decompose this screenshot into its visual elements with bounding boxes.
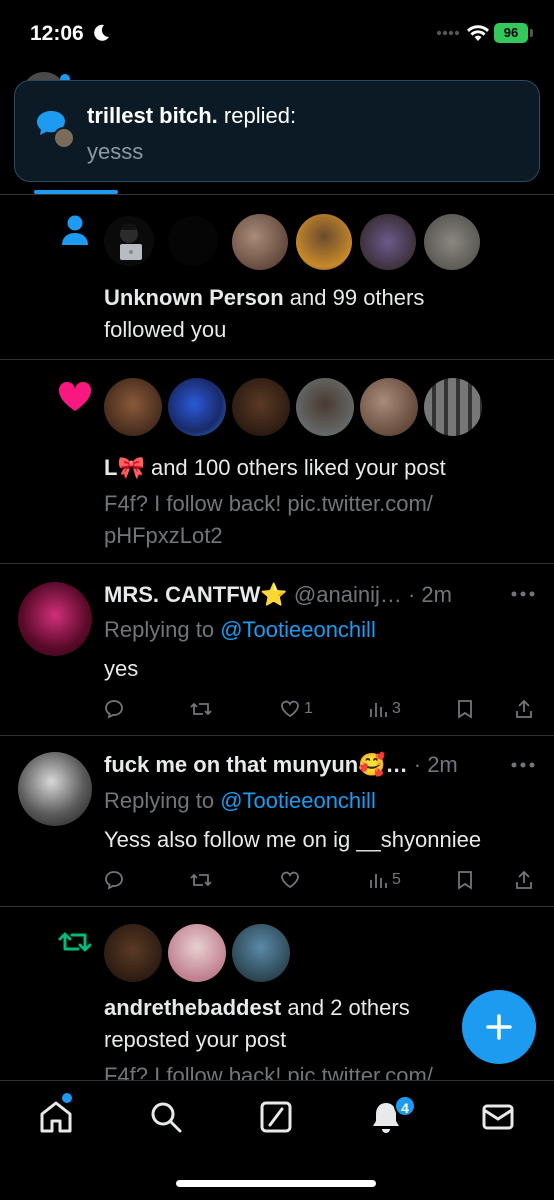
tweet-text: Yess also follow me on ig __shyonniee: [104, 827, 482, 852]
analytics-icon: [370, 703, 387, 717]
person-icon: [62, 215, 88, 245]
reply-notification-banner[interactable]: trillest bitch. replied: yesss: [14, 80, 540, 182]
replying-to-link[interactable]: @Tootieeonchill: [220, 788, 376, 813]
home-unread-dot: [62, 1093, 72, 1103]
follower-avatar[interactable]: [296, 214, 352, 270]
moon-icon: [94, 24, 109, 41]
replying-to: Replying to @Tootieeonchill: [104, 617, 376, 642]
like-button[interactable]: 1: [280, 699, 313, 719]
analytics-icon: [370, 874, 387, 888]
tweet-avatar[interactable]: [18, 582, 92, 656]
like-icon: [281, 871, 299, 889]
repost-icon: [190, 873, 212, 887]
tab-divider: [0, 194, 554, 195]
plus-icon: [486, 1014, 512, 1040]
status-bar: 12:06 96: [0, 0, 554, 64]
author-handle[interactable]: @anainij…: [288, 582, 402, 607]
like-count: 1: [304, 700, 313, 717]
tweet-time: · 2m: [401, 582, 452, 607]
bookmark-icon: [458, 700, 472, 719]
views-button[interactable]: 3: [368, 699, 401, 719]
reposter-avatar[interactable]: [168, 924, 226, 982]
more-icon[interactable]: [510, 590, 536, 598]
repost-icon: [58, 932, 92, 952]
reposter-avatar[interactable]: [104, 924, 162, 982]
divider: [0, 563, 554, 564]
mail-icon[interactable]: [478, 1097, 518, 1137]
author-name[interactable]: fuck me on that munyun🥰…: [104, 752, 408, 777]
bookmark-button[interactable]: [456, 699, 474, 719]
replying-to: Replying to @Tootieeonchill: [104, 788, 376, 813]
repost-text: andrethebaddest and 2 others reposted you…: [104, 995, 410, 1052]
follower-avatar[interactable]: [168, 216, 218, 266]
follower-avatar[interactable]: [104, 216, 154, 266]
bookmark-button[interactable]: [456, 870, 474, 890]
like-icon: [281, 700, 299, 718]
author-name[interactable]: MRS. CANTFW⭐: [104, 582, 288, 607]
tweet-header: MRS. CANTFW⭐ @anainij… · 2m: [104, 582, 452, 608]
replying-to-link[interactable]: @Tootieeonchill: [220, 617, 376, 642]
heart-icon: [58, 382, 92, 411]
compose-button[interactable]: [462, 990, 536, 1064]
liker-avatar[interactable]: [232, 378, 290, 436]
home-icon[interactable]: [36, 1097, 76, 1137]
banner-message: yesss: [87, 139, 144, 164]
divider: [0, 735, 554, 736]
search-icon[interactable]: [146, 1097, 186, 1137]
grok-icon[interactable]: [256, 1097, 296, 1137]
tweet-time: · 2m: [407, 752, 458, 777]
follower-avatar[interactable]: [232, 214, 288, 270]
divider: [0, 906, 554, 907]
liker-avatar[interactable]: [360, 378, 418, 436]
status-time: 12:06: [30, 22, 84, 45]
reply-button[interactable]: [104, 699, 124, 719]
follower-avatar[interactable]: [424, 214, 480, 270]
divider: [0, 359, 554, 360]
reply-button[interactable]: [104, 870, 124, 890]
share-icon: [516, 870, 532, 889]
bookmark-icon: [458, 871, 472, 890]
liker-avatar[interactable]: [296, 378, 354, 436]
reposter-avatar[interactable]: [232, 924, 290, 982]
share-button[interactable]: [514, 870, 534, 890]
like-text: L🎀 and 100 others liked your post: [104, 455, 446, 480]
banner-title: trillest bitch. replied:: [87, 103, 297, 128]
follow-text: Unknown Person and 99 others followed you: [104, 285, 425, 342]
share-icon: [516, 699, 532, 718]
liker-avatar[interactable]: [168, 378, 226, 436]
repost-button[interactable]: [190, 699, 212, 719]
reply-icon: [105, 871, 123, 890]
notification-badge: 4: [394, 1095, 416, 1117]
repost-icon: [190, 702, 212, 716]
post-preview: F4f? I follow back! pic.twitter.com/pHFp…: [104, 491, 433, 548]
follower-avatar[interactable]: [360, 214, 416, 270]
liker-avatar[interactable]: [424, 378, 482, 436]
wifi-icon: [467, 25, 489, 41]
reply-icon: [105, 700, 123, 719]
home-indicator: [176, 1180, 376, 1187]
tweet-text: yes: [104, 656, 139, 681]
views-button[interactable]: 5: [368, 870, 401, 890]
share-button[interactable]: [514, 699, 534, 719]
liker-avatar[interactable]: [104, 378, 162, 436]
tweet-header: fuck me on that munyun🥰… · 2m: [104, 752, 458, 778]
repost-button[interactable]: [190, 870, 212, 890]
battery-indicator: 96: [494, 23, 528, 43]
battery-tip: [530, 29, 533, 37]
view-count: 5: [392, 871, 401, 888]
signal-icon: [436, 30, 460, 36]
like-button[interactable]: [280, 870, 304, 890]
more-icon[interactable]: [510, 761, 536, 769]
replier-avatar: [53, 127, 75, 149]
view-count: 3: [392, 700, 401, 717]
tweet-avatar[interactable]: [18, 752, 92, 826]
